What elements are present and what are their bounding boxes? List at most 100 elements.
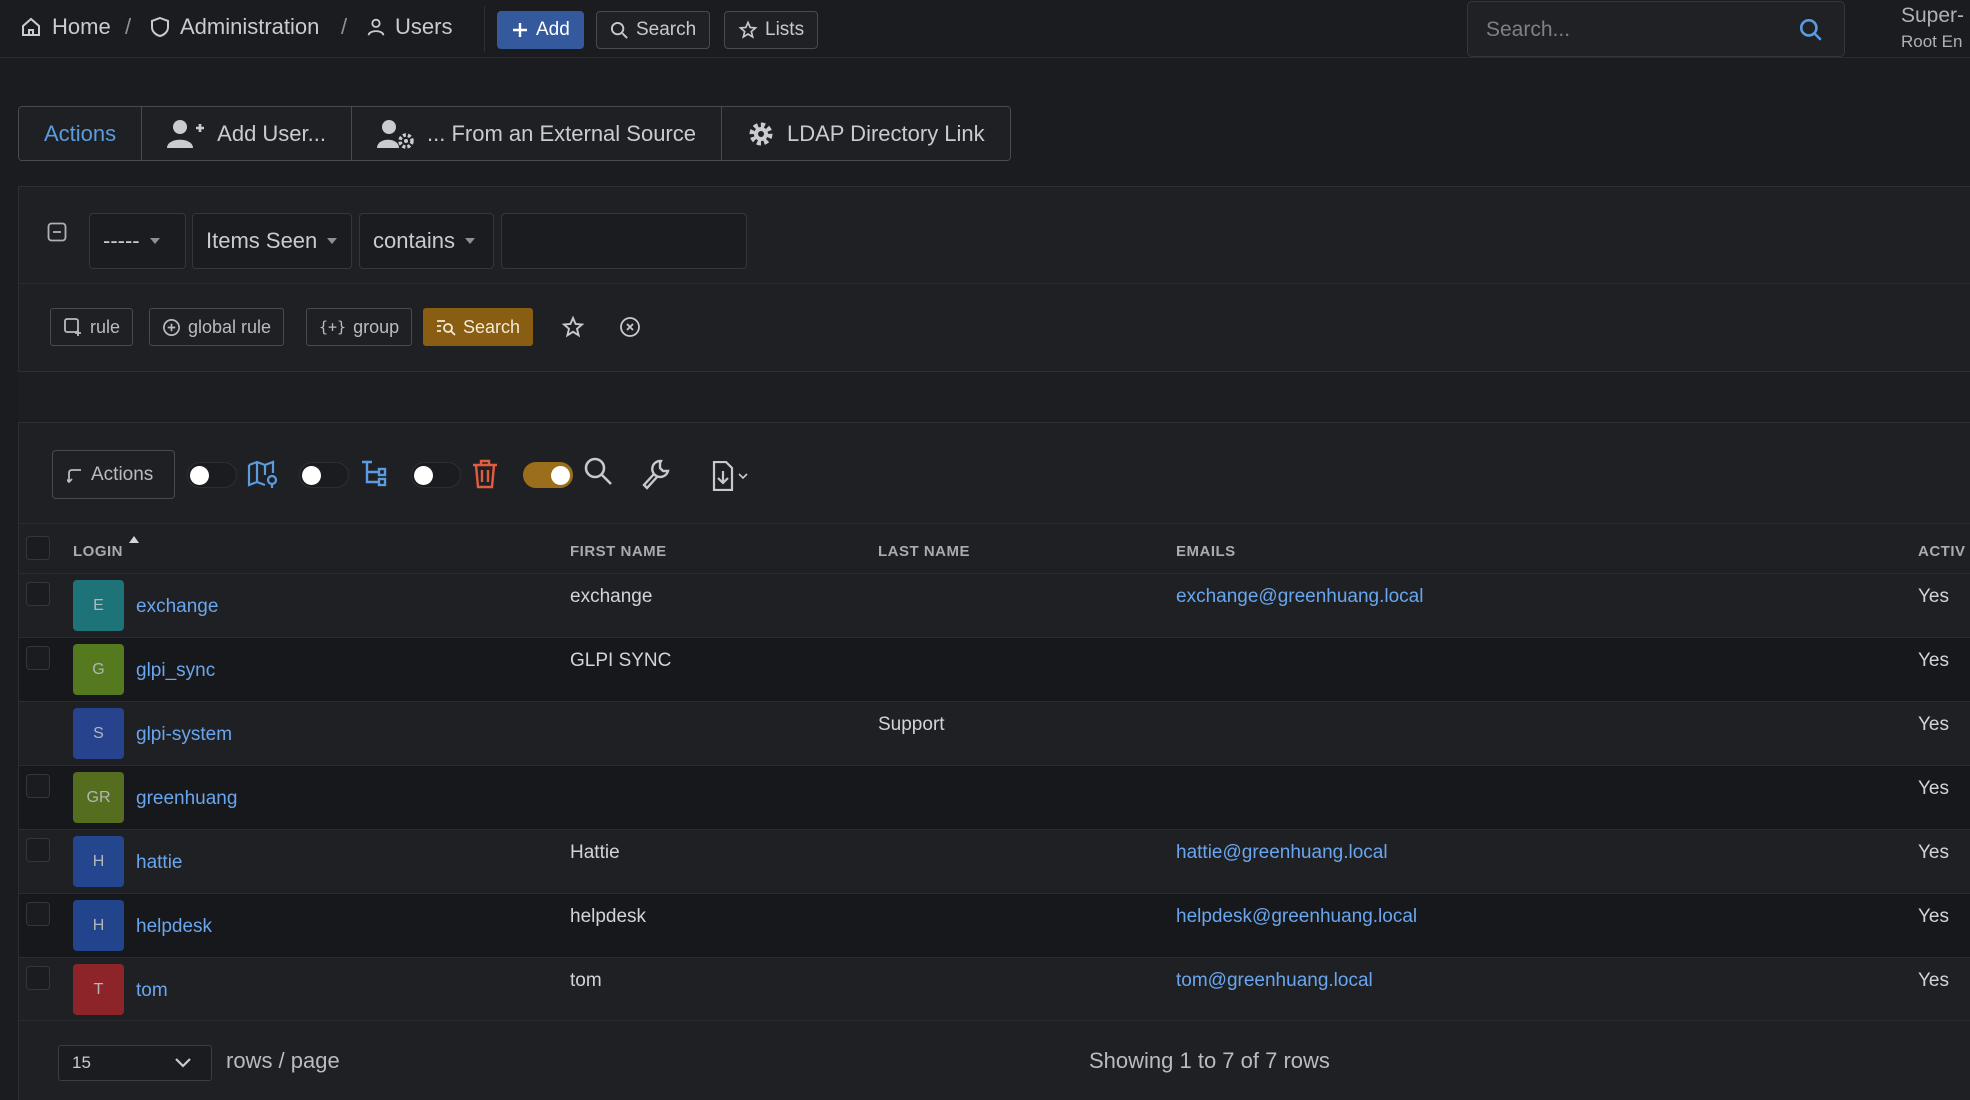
top-navbar: Home / Administration / Users Add Search… <box>0 0 1970 58</box>
caret-down-icon <box>149 238 160 244</box>
breadcrumb-administration[interactable]: Administration <box>148 14 319 40</box>
table-header: LOGIN FIRST NAME LAST NAME EMAILS ACTIV <box>19 523 1970 573</box>
active-cell: Yes <box>1918 714 1949 735</box>
reset-icon[interactable] <box>619 316 641 338</box>
first-name-cell: Hattie <box>570 842 620 863</box>
search-icon <box>610 21 628 39</box>
tab-actions-label: Actions <box>44 120 117 146</box>
add-button-label: Add <box>536 19 570 40</box>
column-header-active[interactable]: ACTIV <box>1918 543 1966 560</box>
avatar: T <box>73 964 124 1015</box>
column-header-last-name[interactable]: LAST NAME <box>878 543 970 560</box>
breadcrumb-administration-label: Administration <box>180 14 320 39</box>
table-row[interactable]: GR greenhuang Yes <box>19 765 1970 829</box>
wrench-icon[interactable] <box>641 458 673 490</box>
row-checkbox[interactable] <box>26 902 50 926</box>
table-row[interactable]: H helpdesk helpdesk helpdesk@greenhuang.… <box>19 893 1970 957</box>
massive-actions-button[interactable]: Actions <box>52 450 175 499</box>
table-row[interactable]: S glpi-system Support Yes <box>19 701 1970 765</box>
tab-add-user-label: Add User... <box>217 120 326 146</box>
active-cell: Yes <box>1918 650 1949 671</box>
tree-toggle[interactable] <box>299 462 349 488</box>
avatar: H <box>73 836 124 887</box>
login-link[interactable]: greenhuang <box>136 788 237 810</box>
last-name-cell: Support <box>878 714 945 735</box>
search-toggle[interactable] <box>523 462 573 488</box>
corner-arrow-icon <box>67 468 81 483</box>
table-row[interactable]: H hattie Hattie hattie@greenhuang.local … <box>19 829 1970 893</box>
add-rule-button[interactable]: rule <box>50 308 134 346</box>
user-icon <box>367 18 385 36</box>
user-action-tabs: Actions Add User... ... From an External… <box>18 106 1011 161</box>
search-button[interactable]: Search <box>596 11 711 49</box>
field-select[interactable]: Items Seen <box>192 213 352 269</box>
page-size-value: 15 <box>72 1053 91 1072</box>
login-link[interactable]: glpi_sync <box>136 660 215 682</box>
plus-circle-icon <box>163 318 180 336</box>
breadcrumb-home-label: Home <box>52 14 111 39</box>
login-link[interactable]: glpi-system <box>136 724 232 746</box>
page-size-select[interactable]: 15 <box>58 1045 212 1081</box>
row-checkbox[interactable] <box>26 582 50 606</box>
add-button[interactable]: Add <box>497 11 584 49</box>
plus-icon <box>513 23 527 37</box>
add-group-label: group <box>353 316 400 337</box>
user-profile-name[interactable]: Super- <box>1901 4 1964 28</box>
star-icon[interactable] <box>561 315 585 339</box>
row-checkbox[interactable] <box>26 774 50 798</box>
tab-add-user[interactable]: Add User... <box>142 107 352 160</box>
row-checkbox[interactable] <box>26 646 50 670</box>
login-link[interactable]: helpdesk <box>136 916 212 938</box>
criteria-search-button[interactable]: Search <box>423 308 534 346</box>
field-value: Items Seen <box>206 228 318 253</box>
first-name-cell: exchange <box>570 586 653 607</box>
row-checkbox[interactable] <box>26 966 50 990</box>
sort-asc-icon <box>129 536 139 543</box>
table-row[interactable]: T tom tom tom@greenhuang.local Yes <box>19 957 1970 1021</box>
column-header-emails[interactable]: EMAILS <box>1176 543 1236 560</box>
collapse-icon[interactable] <box>47 222 67 242</box>
row-checkbox[interactable] <box>26 838 50 862</box>
tab-ldap-directory-link[interactable]: LDAP Directory Link <box>722 107 1010 160</box>
active-cell: Yes <box>1918 586 1949 607</box>
column-header-login[interactable]: LOGIN <box>73 543 123 560</box>
login-link[interactable]: exchange <box>136 596 218 618</box>
add-group-button[interactable]: {+} group <box>306 308 413 346</box>
toggle-knob <box>190 466 209 485</box>
email-link[interactable]: hattie@greenhuang.local <box>1176 842 1388 864</box>
global-search-box <box>1467 1 1845 57</box>
criteria-search-label: Search <box>463 316 521 337</box>
trash-toggle[interactable] <box>411 462 461 488</box>
operator-select[interactable]: contains <box>359 213 494 269</box>
select-all-checkbox[interactable] <box>26 536 50 560</box>
login-link[interactable]: hattie <box>136 852 182 874</box>
user-entity-name[interactable]: Root En <box>1901 32 1962 52</box>
breadcrumb-users[interactable]: Users <box>365 14 452 40</box>
export-file-icon[interactable] <box>711 461 751 491</box>
massive-actions-label: Actions <box>91 463 154 485</box>
search-results-panel: Actions LOGIN FIRST NAME LAST NAME EMAIL… <box>18 422 1970 1100</box>
global-search-input[interactable] <box>1486 16 1786 44</box>
column-header-first-name[interactable]: FIRST NAME <box>570 543 667 560</box>
tab-external-source[interactable]: ... From an External Source <box>352 107 722 160</box>
spacer <box>18 372 1970 422</box>
chevron-down-icon <box>175 1058 191 1068</box>
toggle-knob <box>414 466 433 485</box>
email-link[interactable]: exchange@greenhuang.local <box>1176 586 1423 608</box>
table-row[interactable]: E exchange exchange exchange@greenhuang.… <box>19 573 1970 637</box>
map-toggle[interactable] <box>187 462 237 488</box>
caret-down-icon <box>327 238 338 244</box>
email-link[interactable]: helpdesk@greenhuang.local <box>1176 906 1417 928</box>
criteria-value-input[interactable] <box>501 213 747 269</box>
tab-actions[interactable]: Actions <box>19 107 143 160</box>
login-link[interactable]: tom <box>136 980 168 1002</box>
table-row[interactable]: G glpi_sync GLPI SYNC Yes <box>19 637 1970 701</box>
search-icon[interactable] <box>1798 17 1824 43</box>
add-global-rule-button[interactable]: global rule <box>149 308 285 346</box>
lists-button[interactable]: Lists <box>724 11 819 49</box>
lists-button-label: Lists <box>765 19 805 40</box>
breadcrumb-home[interactable]: Home <box>18 14 111 40</box>
email-link[interactable]: tom@greenhuang.local <box>1176 970 1373 992</box>
avatar: E <box>73 580 124 631</box>
link-operator-select[interactable]: ----- <box>89 213 186 269</box>
